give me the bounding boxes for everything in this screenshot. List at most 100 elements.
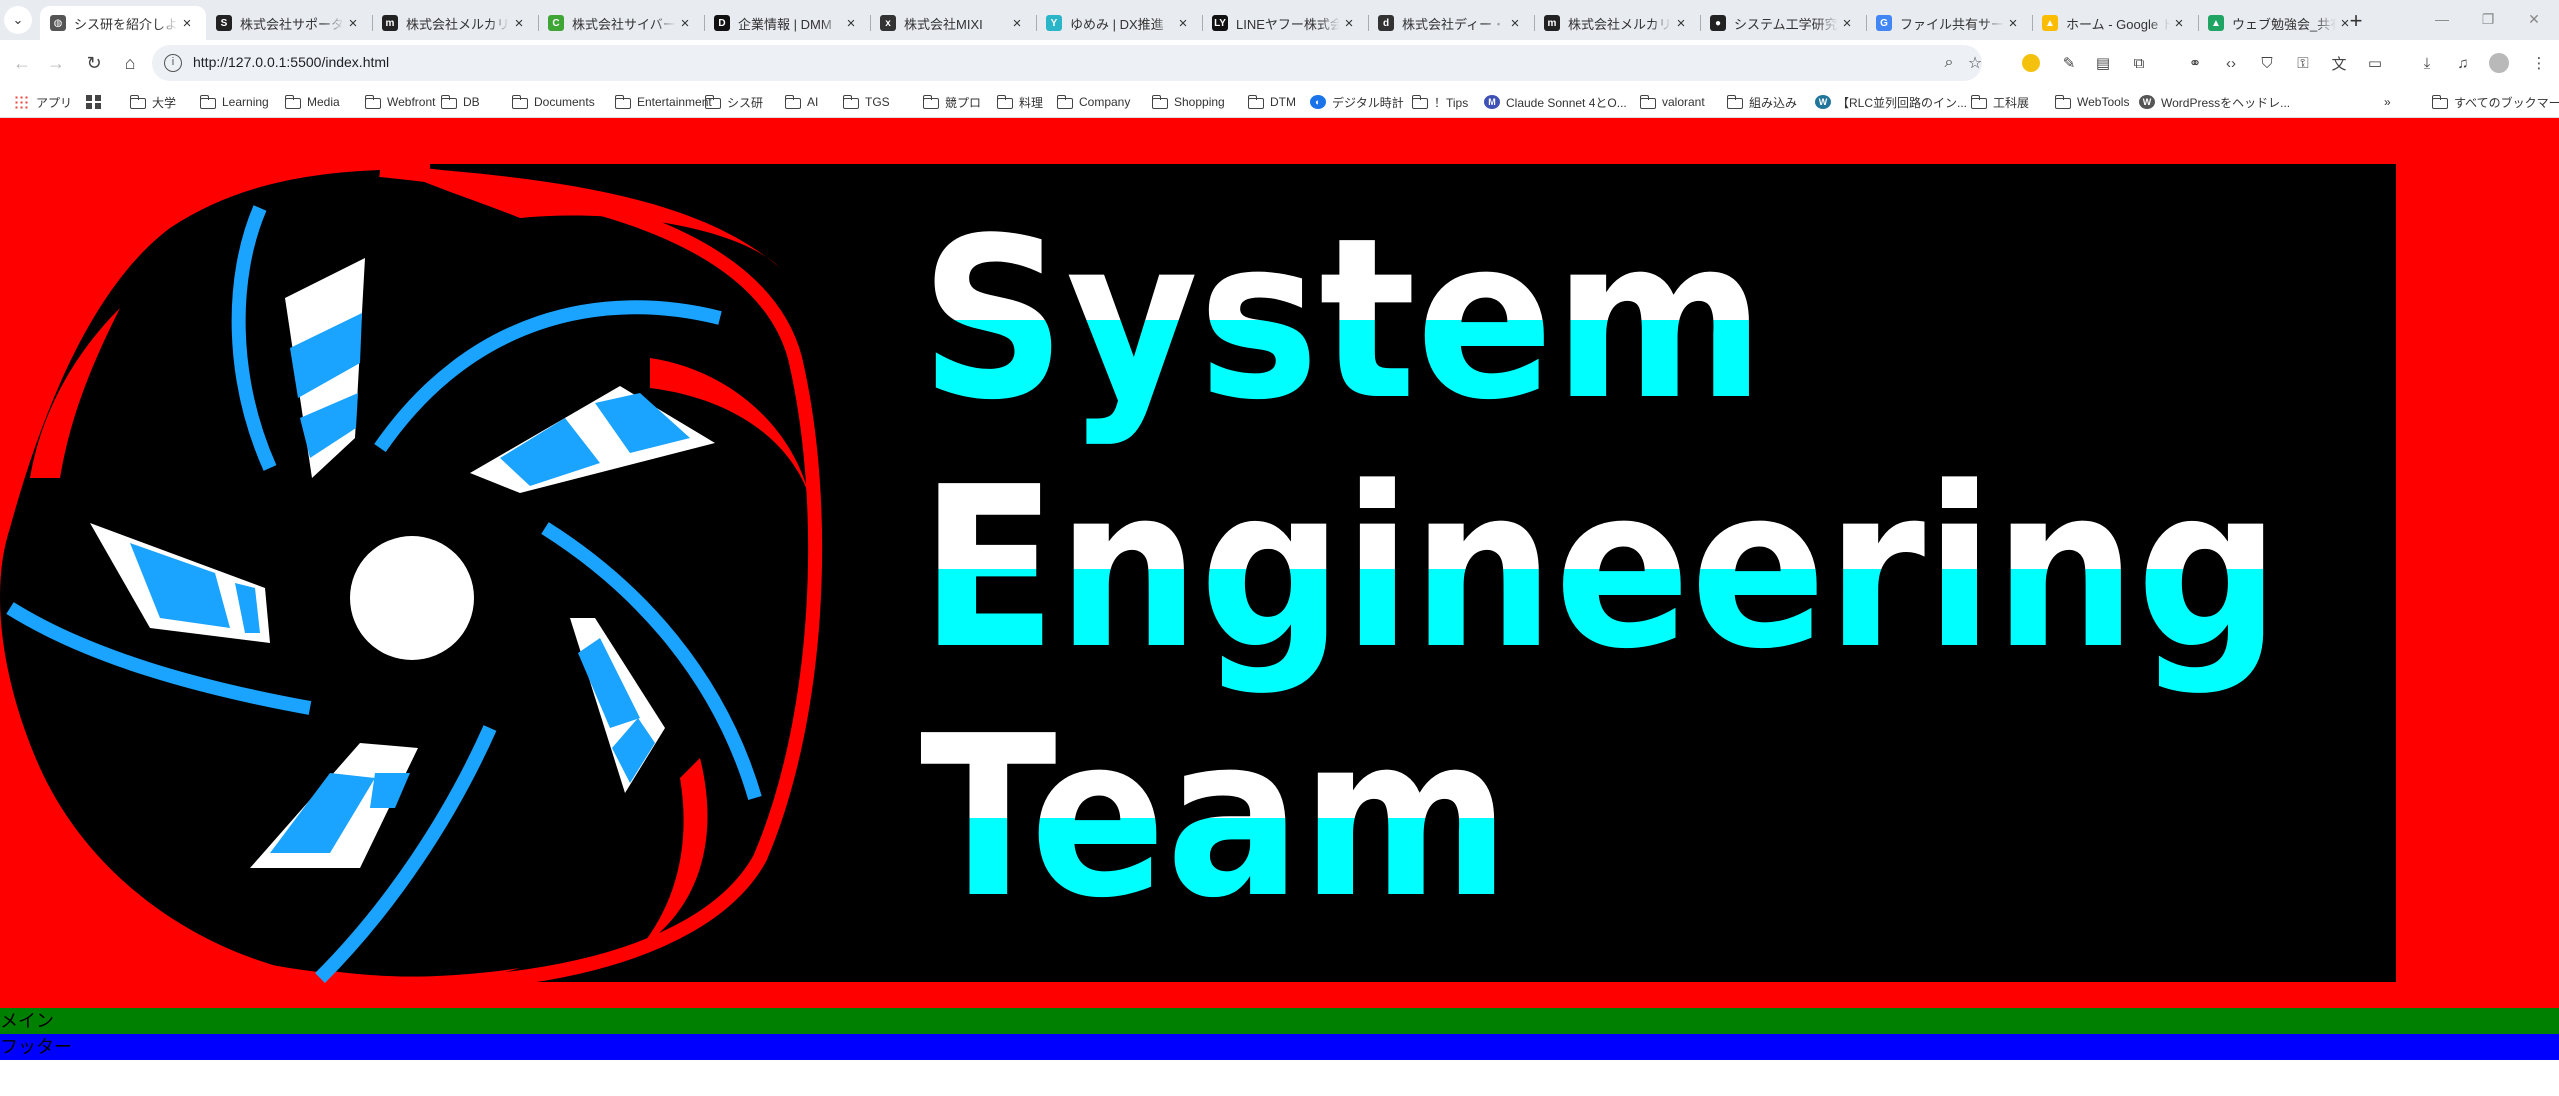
new-tab-button[interactable]: + <box>2343 8 2369 34</box>
close-icon[interactable]: × <box>2004 14 2022 32</box>
tab[interactable]: m 株式会社メルカリ × <box>1534 6 1700 40</box>
home-button[interactable]: ⌂ <box>114 47 146 79</box>
bookmark-item[interactable]: Webfront <box>364 92 435 112</box>
bookmark-star-icon[interactable]: ☆ <box>1964 52 1986 74</box>
address-bar[interactable]: i http://127.0.0.1:5500/index.html ⌕ ☆ <box>152 45 1982 81</box>
restore-button[interactable]: ❐ <box>2466 6 2510 32</box>
tab-list: ◍シス研を紹介しよう×S株式会社サポーターズ×m株式会社メルカリ×C株式会社サイ… <box>40 6 2364 40</box>
ly-icon: LY <box>1212 15 1228 31</box>
folder-icon <box>284 95 301 109</box>
bookmark-item[interactable]: M Claude Sonnet 4とO... <box>1484 92 1627 112</box>
bookmark-item[interactable]: ◐ デジタル時計 <box>1310 92 1404 112</box>
bookmark-item[interactable]: Entertainment <box>614 92 712 112</box>
dena-icon: d <box>1378 15 1394 31</box>
bookmark-item[interactable]: TGS <box>842 92 890 112</box>
tab[interactable]: G ファイル共有サービス× <box>1866 6 2032 40</box>
tab[interactable]: ▲ ウェブ勉強会_共有 × <box>2198 6 2364 40</box>
close-icon[interactable]: × <box>1174 14 1192 32</box>
tab[interactable]: ● システム工学研究会× <box>1700 6 1866 40</box>
eyedropper-icon[interactable]: ✎ <box>2058 52 2080 74</box>
tab[interactable]: d 株式会社ディー・エヌ・エー× <box>1368 6 1534 40</box>
minimize-button[interactable]: — <box>2420 6 2464 32</box>
bookmark-item[interactable]: valorant <box>1639 92 1705 112</box>
bookmark-item[interactable]: 工科展 <box>1970 92 2029 112</box>
folder-icon <box>2054 95 2071 109</box>
bookmark-item[interactable]: DB <box>440 92 480 112</box>
bookmark-item[interactable]: DTM <box>1247 92 1296 112</box>
zoom-icon[interactable]: ⌕ <box>1938 52 1960 74</box>
all-bookmarks-label: すべてのブックマーク <box>2454 95 2559 110</box>
tab[interactable]: ◍ シス研を紹介しよう× <box>40 6 206 40</box>
bookmark-item[interactable]: Learning <box>199 92 269 112</box>
clipboard-icon[interactable]: ▤ <box>2092 52 2114 74</box>
extension-yellow-icon[interactable] <box>2020 52 2042 74</box>
close-icon[interactable]: × <box>2170 14 2188 32</box>
tab[interactable]: Y ゆめみ | DX推進 × <box>1036 6 1202 40</box>
close-icon[interactable]: × <box>344 14 362 32</box>
bookmark-item[interactable]: ！Tips <box>1411 92 1468 112</box>
key-icon[interactable]: ⚿ <box>2292 52 2314 74</box>
browser-toolbar: ← → ↻ ⌂ i http://127.0.0.1:5500/index.ht… <box>0 40 2559 86</box>
media-control-icon[interactable]: ♫ <box>2452 52 2474 74</box>
bookmark-item[interactable]: Company <box>1056 92 1130 112</box>
tab[interactable]: x 株式会社MIXI × <box>870 6 1036 40</box>
footer-label: フッター <box>0 1037 72 1057</box>
bookmark-item[interactable]: アプリ <box>14 92 72 112</box>
avatar[interactable] <box>2488 52 2510 74</box>
tab-search-button[interactable]: ⌄ <box>4 6 32 34</box>
bookmark-label: Documents <box>534 95 595 109</box>
bookmark-item[interactable]: WebTools <box>2054 92 2130 112</box>
bookmark-item[interactable]: 料理 <box>996 92 1043 112</box>
tab[interactable]: C 株式会社サイバーエージェント× <box>538 6 704 40</box>
close-icon[interactable]: × <box>178 14 196 32</box>
bookmark-item[interactable]: W WordPressをヘッドレ... <box>2139 92 2290 112</box>
bookmark-item[interactable]: W 【RLC並列回路のイン... <box>1815 92 1967 112</box>
code-icon[interactable]: ‹› <box>2220 52 2242 74</box>
bookmark-item[interactable]: Shopping <box>1151 92 1225 112</box>
close-icon[interactable]: × <box>676 14 694 32</box>
menu-kebab-icon[interactable]: ⋮ <box>2528 52 2550 74</box>
tab[interactable]: ▲ ホーム - Google ドライブ× <box>2032 6 2198 40</box>
extensions-puzzle-icon[interactable]: ⧉ <box>2128 52 2150 74</box>
device-icon[interactable]: ▭ <box>2364 52 2386 74</box>
footer-section: フッター <box>0 1034 2559 1060</box>
close-icon[interactable]: × <box>510 14 528 32</box>
tab[interactable]: D 企業情報 | DMM × <box>704 6 870 40</box>
close-icon[interactable]: × <box>1672 14 1690 32</box>
bookmark-label: DTM <box>1270 95 1296 109</box>
close-icon[interactable]: × <box>1838 14 1856 32</box>
tab[interactable]: LY LINEヤフー株式会社× <box>1202 6 1368 40</box>
yumemi-icon: Y <box>1046 15 1062 31</box>
bookmark-item[interactable]: 大学 <box>129 92 176 112</box>
bookmarks-overflow-chevron-icon[interactable]: » <box>2384 92 2391 112</box>
folder-icon <box>199 95 216 109</box>
tab[interactable]: S 株式会社サポーターズ× <box>206 6 372 40</box>
bookmark-item[interactable]: 競プロ <box>922 92 981 112</box>
close-window-button[interactable]: ✕ <box>2512 6 2556 32</box>
incognito-icon[interactable]: ⛉ <box>2256 52 2278 74</box>
bookmark-item[interactable]: Documents <box>511 92 595 112</box>
bookmark-item[interactable]: AI <box>784 92 818 112</box>
bookmark-item[interactable]: 組み込み <box>1726 92 1797 112</box>
tab[interactable]: m 株式会社メルカリ × <box>372 6 538 40</box>
tab-title: ウェブ勉強会_共有 <box>2232 16 2336 32</box>
close-icon[interactable]: × <box>1506 14 1524 32</box>
translate-icon[interactable]: 文 <box>2328 52 2350 74</box>
close-icon[interactable]: × <box>1008 14 1026 32</box>
bookmark-item[interactable]: シス研 <box>704 92 763 112</box>
link-icon[interactable]: ⚭ <box>2184 52 2206 74</box>
logo-word-engineering: Engineering <box>920 440 2280 698</box>
close-icon[interactable]: × <box>1340 14 1358 32</box>
site-favicon-icon: M <box>1484 95 1500 109</box>
reload-button[interactable]: ↻ <box>78 47 110 79</box>
forward-button[interactable]: → <box>40 47 72 79</box>
all-bookmarks-folder[interactable]: すべてのブックマーク <box>2431 92 2559 112</box>
back-button[interactable]: ← <box>6 47 38 79</box>
download-icon[interactable]: ⤓ <box>2416 52 2438 74</box>
folder-icon <box>842 95 859 109</box>
bookmark-label: WebTools <box>2077 95 2130 109</box>
close-icon[interactable]: × <box>842 14 860 32</box>
site-info-icon[interactable]: i <box>164 54 182 72</box>
bookmark-item[interactable] <box>86 92 108 112</box>
bookmark-item[interactable]: Media <box>284 92 340 112</box>
